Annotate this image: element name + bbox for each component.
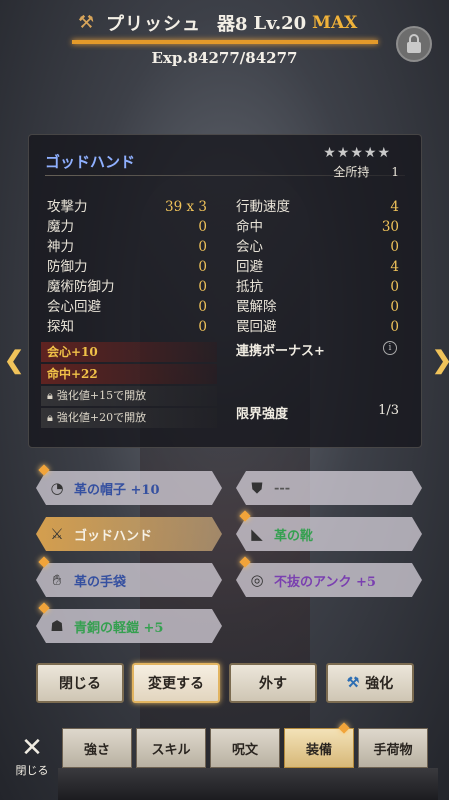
exp-bar <box>72 40 378 44</box>
character-name: プリッシュ <box>106 14 201 35</box>
limit-strength-value: 1/3 <box>378 403 399 418</box>
glove-icon: ✋︎ <box>52 571 62 589</box>
close-button[interactable]: 閉じる <box>36 663 124 703</box>
slot-accessory[interactable]: ◎ 不抜のアンク +5 <box>236 563 422 597</box>
enhance-button[interactable]: ⚒ 強化 <box>326 663 414 703</box>
next-arrow-icon[interactable]: ❯ <box>432 345 449 374</box>
max-badge: MAX <box>312 13 358 33</box>
locked-bonus-text: 強化値+15で開放 <box>56 389 147 402</box>
limit-strength-label: 限界強度 <box>236 407 289 422</box>
boots-icon: ◣ <box>251 525 263 543</box>
stat-row: 攻撃力 39 x 3 <box>47 199 207 215</box>
lock-icon: 🔒︎ <box>47 411 53 424</box>
slot-feet[interactable]: ◣ 革の靴 <box>236 517 422 551</box>
slot-label: 不抜のアンク +5 <box>274 574 376 590</box>
tab-inventory[interactable]: 手荷物 <box>358 728 428 768</box>
link-bonus-label: 連携ボーナス+ <box>236 344 325 359</box>
enhance-label: 強化 <box>365 676 394 692</box>
lock-icon <box>407 34 421 53</box>
tab-strength[interactable]: 強さ <box>62 728 132 768</box>
nav-close-label: 閉じる <box>15 764 49 777</box>
nav-close-button[interactable]: ✕ 閉じる <box>10 734 54 784</box>
stat-row: 防御力 0 <box>47 259 207 275</box>
stat-row: 罠解除 0 <box>236 299 399 315</box>
slot-hands[interactable]: ✋︎ 革の手袋 <box>36 563 222 597</box>
stat-row: 命中 30 <box>236 219 399 235</box>
change-button[interactable]: 変更する <box>132 663 220 703</box>
stat-row: 回避 4 <box>236 259 399 275</box>
owned-count: 全所持 1 <box>333 163 399 180</box>
tab-spells[interactable]: 呪文 <box>210 728 280 768</box>
ring-icon: ◎ <box>250 571 264 589</box>
stat-row: 抵抗 0 <box>236 279 399 295</box>
remove-button[interactable]: 外す <box>229 663 317 703</box>
bonus-accuracy: 命中+22 <box>41 364 217 384</box>
locked-bonus-row: 🔒︎ 強化値+20で開放 <box>41 408 217 428</box>
locked-bonus-text: 強化値+20で開放 <box>56 411 147 424</box>
tab-bar-base <box>58 768 438 800</box>
stat-row: 魔術防御力 0 <box>47 279 207 295</box>
equipment-detail-panel: ゴッドハンド ★★★★★ 全所持 1 攻撃力 39 x 3 魔力 0 神力 0 防御力 0… <box>28 134 422 448</box>
slot-shield[interactable]: ⛊ --- <box>236 471 422 505</box>
character-header: ⚒ プリッシュ 器8 Lv.20 MAX Exp.84277/84277 <box>0 0 449 72</box>
stat-row: 魔力 0 <box>47 219 207 235</box>
slot-label: ゴッドハンド <box>74 528 153 544</box>
locked-bonus-row: 🔒︎ 強化値+15で開放 <box>41 386 217 406</box>
weapon-icon: ⚔ <box>50 525 64 543</box>
hat-icon: ◔ <box>50 479 64 497</box>
slot-body[interactable]: ☗ 青銅の軽鎧 +5 <box>36 609 222 643</box>
slot-label: 青銅の軽鎧 +5 <box>74 620 164 636</box>
bonus-critical: 会心+10 <box>41 342 217 362</box>
stat-row: 罠回避 0 <box>236 319 399 335</box>
info-icon[interactable]: i <box>383 341 397 355</box>
anvil-icon: ⚒ <box>346 675 360 691</box>
slot-head[interactable]: ◔ 革の帽子 +10 <box>36 471 222 505</box>
lock-button[interactable] <box>396 26 432 62</box>
stats-left: 攻撃力 39 x 3 魔力 0 神力 0 防御力 0 魔術防御力 0 会心回避 0 探知 0 <box>47 197 207 337</box>
stat-row: 神力 0 <box>47 239 207 255</box>
stat-row: 会心 0 <box>236 239 399 255</box>
exp-text: Exp.84277/84277 <box>151 49 298 67</box>
key-icon: ⚒ <box>78 12 95 33</box>
armor-icon: ☗ <box>50 617 64 635</box>
stat-row: 会心回避 0 <box>47 299 207 315</box>
shield-icon: ⛊ <box>251 479 263 497</box>
rarity-stars: ★★★★★ <box>323 145 391 161</box>
slot-label: 革の靴 <box>274 528 314 544</box>
owned-value: 1 <box>391 165 399 179</box>
tab-skills[interactable]: スキル <box>136 728 206 768</box>
stat-row: 探知 0 <box>47 319 207 335</box>
slot-label: 革の手袋 <box>74 574 127 590</box>
equipment-name: ゴッドハンド <box>45 153 136 171</box>
slot-label: --- <box>274 480 291 496</box>
stat-row: 行動速度 4 <box>236 199 399 215</box>
owned-label: 全所持 <box>333 165 370 179</box>
vessel-level: 器8 <box>217 14 248 35</box>
stats-right: 行動速度 4 命中 30 会心 0 回避 4 抵抗 0 罠解除 0 罠回避 0 <box>236 197 399 337</box>
slot-label: 革の帽子 +10 <box>74 482 160 498</box>
slot-weapon[interactable]: ⚔ ゴッドハンド <box>36 517 222 551</box>
lock-icon: 🔒︎ <box>47 389 53 402</box>
close-icon: ✕ <box>21 733 43 763</box>
prev-arrow-icon[interactable]: ❮ <box>4 345 24 374</box>
character-level: Lv.20 <box>253 12 307 34</box>
